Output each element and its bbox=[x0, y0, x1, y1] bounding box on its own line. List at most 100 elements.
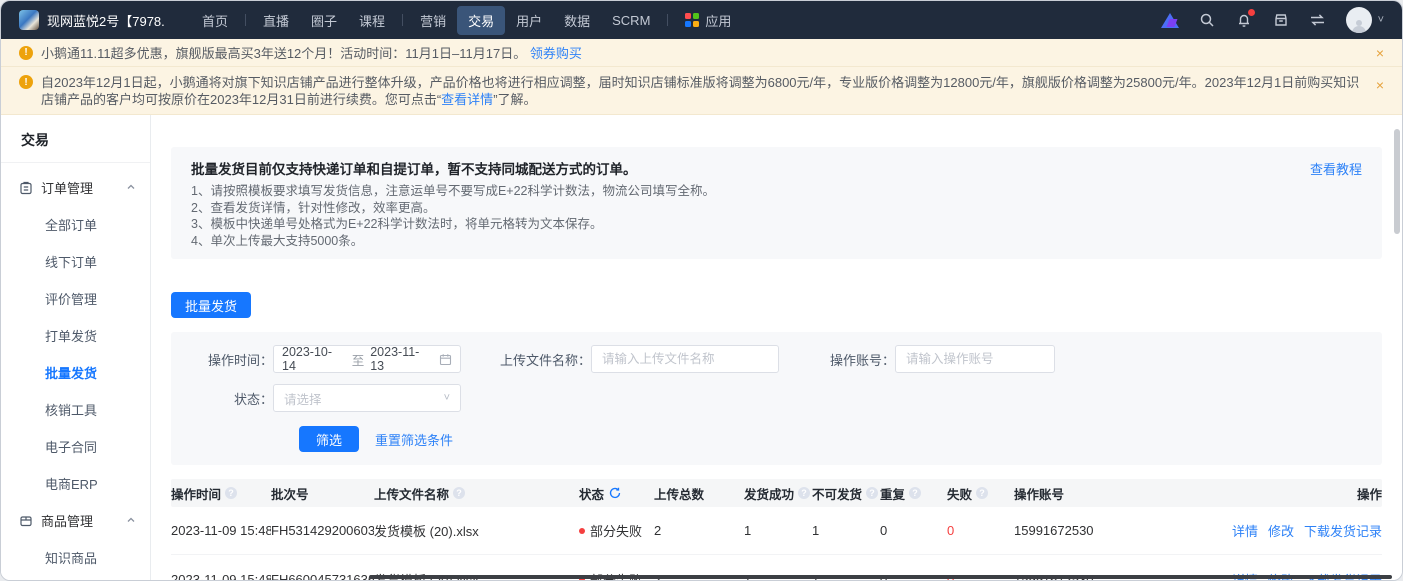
cell-batch-no: FH660045731636 bbox=[271, 572, 374, 581]
shop-icon[interactable] bbox=[1272, 11, 1290, 29]
nav-live[interactable]: 直播 bbox=[252, 6, 300, 35]
nav-scrm[interactable]: SCRM bbox=[601, 8, 661, 33]
operation-account-input[interactable] bbox=[895, 345, 1055, 373]
price-text-after: ”了解。 bbox=[493, 92, 536, 107]
notification-badge bbox=[1248, 9, 1255, 16]
cell-account: 15991672530 bbox=[1014, 523, 1169, 538]
page-body: 交易 订单管理 全部订单 线下订单 评价管理 打单发货 批量发货 核销工具 电子… bbox=[1, 115, 1402, 580]
sidebar-item-verification-tool[interactable]: 核销工具 bbox=[1, 391, 150, 428]
vertical-scrollbar-thumb[interactable] bbox=[1394, 129, 1400, 234]
nav-marketing[interactable]: 营销 bbox=[409, 6, 457, 35]
cell-file-name: 发货模板 (20).xlsx bbox=[374, 521, 579, 540]
nav-community[interactable]: 圈子 bbox=[300, 6, 348, 35]
header-account: 操作账号 bbox=[1014, 484, 1169, 503]
header-total: 上传总数 bbox=[654, 484, 744, 503]
status-label: 状态： bbox=[177, 389, 273, 408]
view-tutorial-link[interactable]: 查看教程 bbox=[1310, 159, 1362, 178]
horizontal-scrollbar-thumb[interactable] bbox=[369, 575, 1392, 579]
batch-ship-button[interactable]: 批量发货 bbox=[171, 292, 251, 318]
promo-banner-text: 小鹅通11.11超多优惠，旗舰版最高买3年送12个月！活动时间：11月1日–11… bbox=[41, 43, 1364, 62]
info-icon[interactable]: ? bbox=[909, 487, 921, 499]
nav-course[interactable]: 课程 bbox=[348, 6, 396, 35]
view-details-link[interactable]: 查看详情 bbox=[441, 92, 493, 107]
cell-operation-time: 2023-11-09 15:48:33 bbox=[171, 523, 271, 538]
sidebar-item-offline-orders[interactable]: 线下订单 bbox=[1, 243, 150, 280]
notice-box: 批量发货目前仅支持快递订单和自提订单，暂不支持同城配送方式的订单。 1、请按照模… bbox=[171, 147, 1382, 259]
nav-data[interactable]: 数据 bbox=[553, 6, 601, 35]
shop-name[interactable]: 现网蓝悦2号【7978... bbox=[47, 11, 165, 30]
sidebar-item-ecommerce-erp[interactable]: 电商ERP bbox=[1, 465, 150, 502]
main-content: 批量发货目前仅支持快递订单和自提订单，暂不支持同城配送方式的订单。 1、请按照模… bbox=[151, 115, 1402, 580]
header-undeliverable: 不可发货? bbox=[812, 484, 880, 503]
close-icon[interactable]: × bbox=[1376, 46, 1384, 60]
cell-undeliverable: 1 bbox=[812, 523, 880, 538]
notice-item: 4、单次上传最大支持5000条。 bbox=[191, 233, 1362, 250]
price-text-before: 自2023年12月1日起，小鹅通将对旗下知识店铺产品进行整体升级，产品价格也将进… bbox=[41, 75, 1359, 107]
table-header-row: 操作时间? 批次号 上传文件名称? 状态 上传总数 发货成功? 不可发货? 重复… bbox=[171, 479, 1382, 507]
close-icon[interactable]: × bbox=[1376, 78, 1384, 92]
cell-success: 1 bbox=[744, 523, 812, 538]
info-icon[interactable]: ? bbox=[798, 487, 810, 499]
header-status: 状态 bbox=[579, 484, 654, 503]
topbar-right: ˅ bbox=[1161, 7, 1384, 33]
info-icon[interactable]: ? bbox=[225, 487, 237, 499]
sidebar-item-all-orders[interactable]: 全部订单 bbox=[1, 206, 150, 243]
filter-panel: 操作时间： 2023-10-14 至 2023-11-13 上传文件名称： 操作… bbox=[171, 332, 1382, 465]
download-shipping-record-link[interactable]: 下载发货记录 bbox=[1304, 521, 1382, 540]
date-range-to: 至 bbox=[352, 350, 365, 369]
date-range-picker[interactable]: 2023-10-14 至 2023-11-13 bbox=[273, 345, 461, 373]
notice-item: 3、模板中快递单号处格式为E+22科学计数法时，将单元格转为文本保存。 bbox=[191, 216, 1362, 233]
apps-grid-icon bbox=[685, 13, 699, 27]
sidebar-item-e-contract[interactable]: 电子合同 bbox=[1, 428, 150, 465]
nav-apps[interactable]: 应用 bbox=[674, 6, 742, 35]
cell-failed: 0 bbox=[947, 523, 1014, 538]
filter-button[interactable]: 筛选 bbox=[299, 426, 359, 452]
sidebar-item-knowledge-products[interactable]: 知识商品 bbox=[1, 539, 150, 576]
status-select[interactable]: 请选择 ˅ bbox=[273, 384, 461, 412]
sidebar-group-product-management[interactable]: 商品管理 bbox=[1, 502, 150, 539]
search-icon[interactable] bbox=[1198, 11, 1216, 29]
notice-item: 1、请按照模板要求填写发货信息，注意运单号不要写成E+22科学计数法，物流公司填… bbox=[191, 183, 1362, 200]
nav-users[interactable]: 用户 bbox=[505, 6, 553, 35]
primary-nav: 首页 直播 圈子 课程 营销 交易 用户 数据 SCRM 应用 bbox=[191, 6, 742, 35]
nav-separator bbox=[402, 14, 403, 26]
cell-batch-no: FH531429200603 bbox=[271, 523, 374, 538]
refresh-icon[interactable] bbox=[609, 487, 621, 499]
info-icon[interactable]: ? bbox=[453, 487, 465, 499]
shop-logo bbox=[19, 10, 39, 30]
notification-bell-icon[interactable] bbox=[1235, 11, 1253, 29]
table-row: 2023-11-09 15:48:33 FH531429200603 发货模板 … bbox=[171, 507, 1382, 555]
status-select-placeholder: 请选择 bbox=[284, 389, 322, 408]
upload-file-name-input[interactable] bbox=[591, 345, 779, 373]
date-start-value[interactable]: 2023-10-14 bbox=[282, 345, 346, 373]
nav-home[interactable]: 首页 bbox=[191, 6, 239, 35]
cell-status: 部分失败 bbox=[579, 521, 654, 540]
chevron-up-icon bbox=[126, 513, 136, 528]
date-end-value[interactable]: 2023-11-13 bbox=[370, 345, 433, 373]
sidebar: 交易 订单管理 全部订单 线下订单 评价管理 打单发货 批量发货 核销工具 电子… bbox=[1, 115, 151, 580]
calendar-icon[interactable] bbox=[439, 353, 452, 366]
modify-link[interactable]: 修改 bbox=[1268, 521, 1294, 540]
sidebar-item-batch-shipping-active[interactable]: 批量发货 bbox=[1, 354, 150, 391]
account-menu[interactable]: ˅ bbox=[1346, 7, 1384, 33]
detail-link[interactable]: 详情 bbox=[1232, 521, 1258, 540]
info-icon[interactable]: ? bbox=[976, 487, 988, 499]
group-label: 商品管理 bbox=[41, 511, 93, 530]
nav-trade-active[interactable]: 交易 bbox=[457, 6, 505, 35]
reset-filters-link[interactable]: 重置筛选条件 bbox=[375, 430, 453, 449]
operation-time-label: 操作时间： bbox=[177, 350, 273, 369]
batch-table: 操作时间? 批次号 上传文件名称? 状态 上传总数 发货成功? 不可发货? 重复… bbox=[171, 479, 1382, 580]
header-batch-no: 批次号 bbox=[271, 484, 374, 503]
notice-title: 批量发货目前仅支持快递订单和自提订单，暂不支持同城配送方式的订单。 bbox=[191, 158, 1362, 178]
info-icon[interactable]: ? bbox=[866, 487, 878, 499]
nav-separator bbox=[245, 14, 246, 26]
product-logo-icon[interactable] bbox=[1161, 11, 1179, 29]
operation-account-label: 操作账号： bbox=[817, 350, 895, 369]
sidebar-item-physical-products[interactable]: 实物商品 bbox=[1, 576, 150, 580]
sidebar-item-print-shipping[interactable]: 打单发货 bbox=[1, 317, 150, 354]
switch-account-icon[interactable] bbox=[1309, 11, 1327, 29]
sidebar-item-review-management[interactable]: 评价管理 bbox=[1, 280, 150, 317]
coupon-buy-link[interactable]: 领券购买 bbox=[530, 46, 582, 61]
promo-text: 小鹅通11.11超多优惠，旗舰版最高买3年送12个月！活动时间：11月1日–11… bbox=[41, 46, 526, 61]
sidebar-group-order-management[interactable]: 订单管理 bbox=[1, 169, 150, 206]
